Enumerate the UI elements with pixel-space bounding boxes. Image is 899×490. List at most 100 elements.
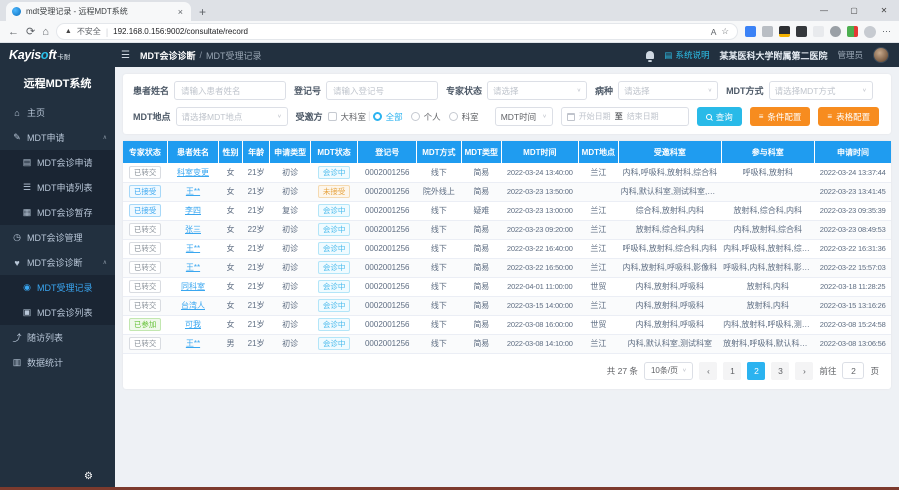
mdt-way-select[interactable]: 请选择MDT方式∨ <box>769 81 873 100</box>
extension-icon[interactable] <box>745 26 756 37</box>
browser-profile-avatar[interactable] <box>864 26 876 38</box>
patient-name-link[interactable]: 李四 <box>185 206 201 215</box>
big-dept-checkbox[interactable] <box>328 112 337 121</box>
disease-select[interactable]: 请选择∨ <box>618 81 718 100</box>
sidebar-item-MDT会诊申请[interactable]: ▤MDT会诊申请 <box>0 150 115 175</box>
mdt-place-select[interactable]: 请选择MDT地点∨ <box>176 107 288 126</box>
cell-name: 王** <box>167 334 218 353</box>
sidebar-item-MDT受理记录[interactable]: ◉MDT受理记录 <box>0 275 115 300</box>
browser-tools-icon[interactable] <box>830 26 841 37</box>
search-button[interactable]: 查询 <box>697 107 742 126</box>
expert-status-badge: 已转交 <box>129 299 162 313</box>
minimize-button[interactable]: — <box>809 0 839 20</box>
mdt-status-badge: 会诊中 <box>318 166 351 180</box>
cell-mdt_type: 简易 <box>461 220 502 239</box>
browser-menu-icon[interactable]: ⋯ <box>882 26 891 37</box>
mdt-status-badge: 会诊中 <box>318 204 351 218</box>
condition-config-button[interactable]: ≡条件配置 <box>750 107 811 126</box>
cell-joined: 内科,放射科,综合科 <box>721 220 814 239</box>
cell-mdt_type: 简易 <box>461 334 502 353</box>
browser-tab[interactable]: mdt受理记录 - 远程MDT系统 × <box>6 2 191 21</box>
column-header: 年龄 <box>242 141 270 163</box>
logo-text-tail: ft <box>49 48 57 62</box>
read-aloud-icon[interactable]: A <box>711 27 717 37</box>
invitee-radio-科室[interactable]: 科室 <box>449 111 479 123</box>
next-page-button[interactable]: › <box>795 362 813 380</box>
home-icon[interactable]: ⌂ <box>42 26 49 38</box>
page-button-1[interactable]: 1 <box>723 362 741 380</box>
cell-age: 21岁 <box>242 239 270 258</box>
column-header: MDT地点 <box>578 141 619 163</box>
favorite-icon[interactable]: ☆ <box>721 26 729 37</box>
patient-name-link[interactable]: 王** <box>186 339 200 348</box>
cell-place: 兰江 <box>578 258 619 277</box>
extension-icon[interactable] <box>813 26 824 37</box>
patient-name-link[interactable]: 科室变更 <box>177 168 209 177</box>
sidebar-item-MDT会诊诊断[interactable]: ♥MDT会诊诊断∧ <box>0 250 115 275</box>
extension-icon[interactable] <box>762 26 773 37</box>
sidebar-item-MDT会诊列表[interactable]: ▣MDT会诊列表 <box>0 300 115 325</box>
sidebar-item-MDT申请列表[interactable]: ☰MDT申请列表 <box>0 175 115 200</box>
expert-status-badge: 已转交 <box>129 337 162 351</box>
back-icon[interactable]: ← <box>8 26 19 38</box>
patient-name-link[interactable]: 可我 <box>185 320 201 329</box>
expert-status-badge: 已接受 <box>129 204 162 218</box>
system-help-link[interactable]: ▤系统说明 <box>664 49 709 61</box>
sidebar-item-MDT会诊暂存[interactable]: ▦MDT会诊暂存 <box>0 200 115 225</box>
settings-gear-icon[interactable]: ⚙ <box>84 471 93 482</box>
address-bar[interactable]: ▲ 不安全 | 192.168.0.156:9002/consultate/re… <box>56 23 738 40</box>
sidebar-item-MDT会诊管理[interactable]: ◷MDT会诊管理 <box>0 225 115 250</box>
reload-icon[interactable]: ⟳ <box>26 25 35 38</box>
restore-button[interactable]: ▢ <box>839 0 869 20</box>
table-config-button[interactable]: ≡表格配置 <box>818 107 879 126</box>
patient-name-input[interactable] <box>174 81 286 100</box>
hospital-name: 某某医科大学附属第二医院 <box>719 49 827 62</box>
cell-apply_type: 初诊 <box>270 296 311 315</box>
patient-name-link[interactable]: 台湾人 <box>181 301 205 310</box>
sidebar-item-随访列表[interactable]: ⤴随访列表 <box>0 325 115 350</box>
breadcrumb-separator: / <box>199 50 202 60</box>
page-size-select[interactable]: 10条/页∨ <box>644 362 694 380</box>
cell-mdt_time: 2022-03-23 09:20:00 <box>502 220 578 239</box>
url-text[interactable]: 192.168.0.156:9002/consultate/record <box>113 27 706 36</box>
date-type-select[interactable]: MDT时间∨ <box>495 107 553 126</box>
search-row-2: MDT地点 请选择MDT地点∨ 受邀方 大科室 | 全部个人科室 MDT时间∨ … <box>133 107 881 126</box>
cell-joined: 放射科,综合科,内科 <box>721 201 814 220</box>
goto-unit: 页 <box>870 365 879 377</box>
list-icon: ☰ <box>22 182 32 193</box>
sidebar-item-主页[interactable]: ⌂主页 <box>0 100 115 125</box>
sidebar-item-MDT申请[interactable]: ✎MDT申请∧ <box>0 125 115 150</box>
close-button[interactable]: ✕ <box>869 0 899 20</box>
extension-icon[interactable] <box>847 26 858 37</box>
user-avatar[interactable] <box>873 47 889 63</box>
mdt-status-badge: 未接受 <box>318 185 351 199</box>
patient-name-link[interactable]: 王** <box>186 244 200 253</box>
cell-status: 会诊中 <box>310 277 357 296</box>
invitee-radio-全部[interactable]: 全部 <box>373 111 403 123</box>
extension-icon[interactable] <box>779 26 790 37</box>
invitee-radio-个人[interactable]: 个人 <box>411 111 441 123</box>
date-range-picker[interactable]: 开始日期 至 结束日期 <box>561 107 689 126</box>
sidebar-collapse-icon[interactable]: ☰ <box>121 50 130 61</box>
sidebar-item-数据统计[interactable]: ▥数据统计 <box>0 350 115 375</box>
notification-bell-icon[interactable] <box>646 51 654 59</box>
cell-apply_type: 初诊 <box>270 182 311 201</box>
mdt-status-badge: 会诊中 <box>318 242 351 256</box>
patient-name-link[interactable]: 王** <box>186 187 200 196</box>
page-button-3[interactable]: 3 <box>771 362 789 380</box>
cell-age: 22岁 <box>242 220 270 239</box>
extension-icon[interactable] <box>796 26 807 37</box>
expert-status-select[interactable]: 请选择∨ <box>487 81 587 100</box>
prev-page-button[interactable]: ‹ <box>699 362 717 380</box>
field-label: 病种 <box>595 84 613 97</box>
radio-label: 个人 <box>424 111 441 123</box>
patient-name-link[interactable]: 同科室 <box>181 282 205 291</box>
tab-close-icon[interactable]: × <box>176 7 185 17</box>
patient-name-link[interactable]: 王** <box>186 263 200 272</box>
new-tab-button[interactable]: + <box>199 5 206 21</box>
goto-page-input[interactable] <box>842 362 864 379</box>
expert-status-badge: 已参加 <box>129 318 162 332</box>
reg-no-input[interactable] <box>326 81 438 100</box>
patient-name-link[interactable]: 张三 <box>185 225 201 234</box>
page-button-2[interactable]: 2 <box>747 362 765 380</box>
